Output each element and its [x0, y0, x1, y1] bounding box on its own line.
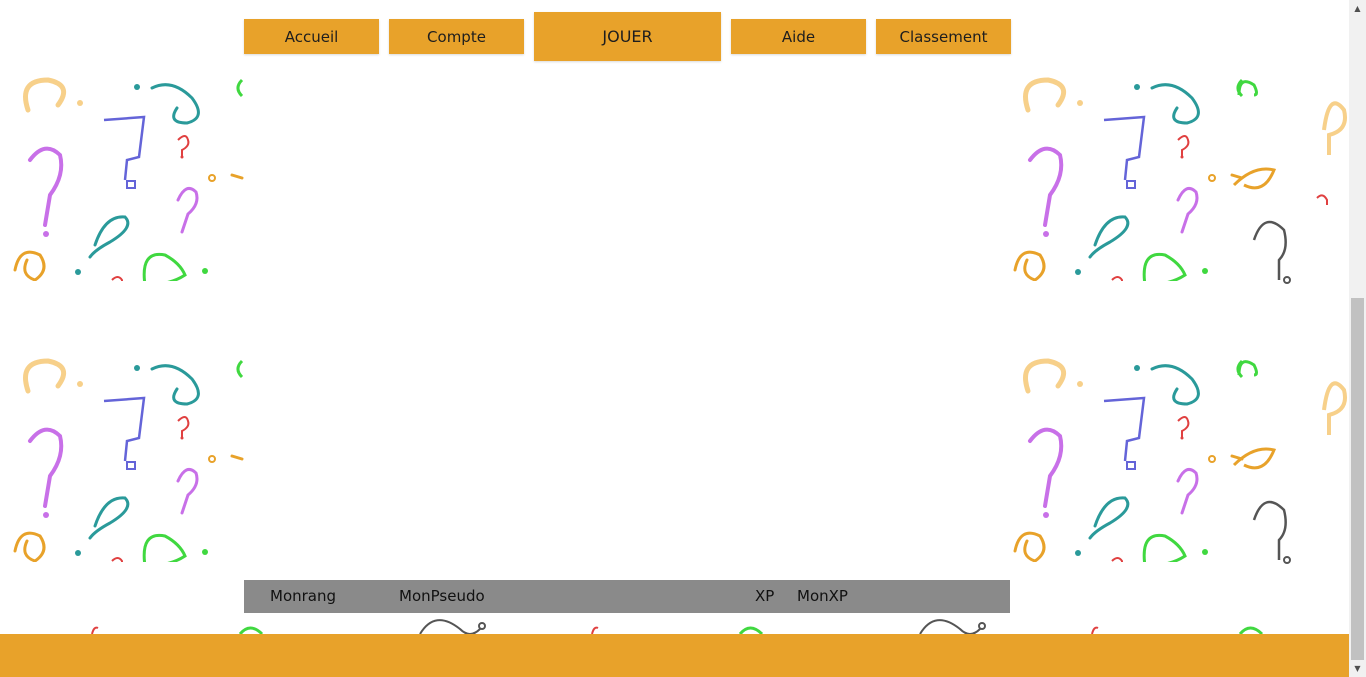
nav-aide-button[interactable]: Aide: [731, 19, 866, 54]
my-xp: MonXP: [797, 587, 848, 605]
my-rank: Monrang: [270, 587, 337, 605]
nav-classement-button[interactable]: Classement: [876, 19, 1011, 54]
top-navigation: Accueil Compte JOUER Aide Classement: [0, 0, 1349, 70]
footer: [0, 634, 1349, 677]
scroll-up-icon[interactable]: ▲: [1349, 0, 1366, 17]
main-panel: [244, 70, 1010, 580]
scroll-down-icon[interactable]: ▼: [1349, 660, 1366, 677]
nav-compte-button[interactable]: Compte: [389, 19, 524, 54]
scrollbar-thumb[interactable]: [1351, 298, 1364, 660]
my-rank-row: Monrang MonPseudo XP MonXP: [244, 580, 1010, 613]
nav-jouer-button[interactable]: JOUER: [534, 12, 721, 61]
nav-accueil-button[interactable]: Accueil: [244, 19, 379, 54]
xp-label: XP: [755, 587, 775, 605]
my-pseudo: MonPseudo: [399, 587, 485, 605]
question-mark-tile: [1232, 80, 1347, 564]
